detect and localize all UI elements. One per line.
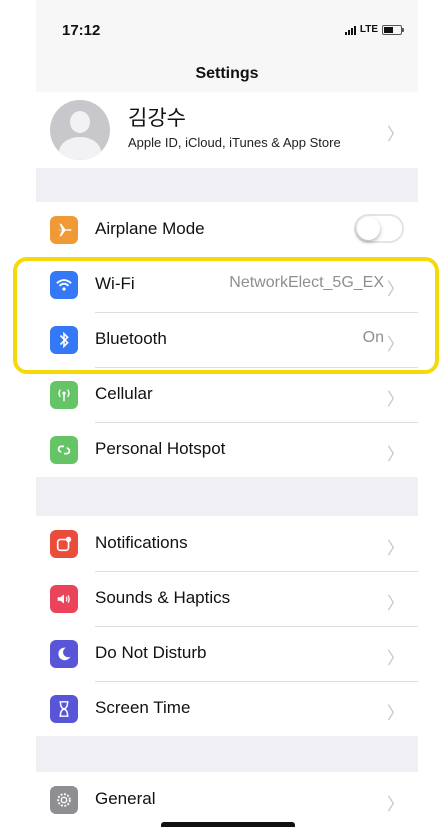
network-type: LTE [359, 24, 378, 35]
hourglass-icon [50, 695, 78, 723]
notifications-group: Notifications 〉 Sounds & Haptics 〉 Do No… [36, 516, 418, 736]
chevron-right-icon: 〉 [387, 795, 404, 814]
gear-icon [50, 786, 78, 814]
battery-icon [382, 24, 404, 35]
status-bar: 17:12 LTE [36, 0, 418, 56]
cellular-row[interactable]: Cellular 〉 [36, 367, 418, 422]
cellular-icon [50, 381, 78, 409]
signal-icon [344, 25, 356, 35]
status-indicators: LTE [344, 24, 404, 35]
airplane-mode-label: Airplane Mode [95, 219, 205, 238]
chevron-right-icon: 〉 [387, 445, 404, 464]
screen-time-row[interactable]: Screen Time 〉 [36, 681, 418, 736]
general-label: General [95, 789, 156, 808]
airplane-mode-toggle[interactable] [354, 214, 404, 243]
notifications-icon [50, 530, 78, 558]
sounds-haptics-label: Sounds & Haptics [95, 588, 231, 607]
iphone-screen: 17:12 LTE Settings 김강수 Apple ID, iCloud,… [36, 0, 418, 827]
airplane-mode-row: Airplane Mode [36, 202, 418, 257]
page-title: Settings [195, 65, 259, 82]
highlight-box [13, 257, 439, 374]
general-row[interactable]: General 〉 [36, 772, 418, 827]
notifications-label: Notifications [95, 533, 188, 552]
screen-time-label: Screen Time [95, 698, 191, 717]
do-not-disturb-row[interactable]: Do Not Disturb 〉 [36, 626, 418, 681]
hotspot-icon [50, 436, 78, 464]
airplane-icon [50, 216, 78, 244]
cellular-label: Cellular [95, 384, 153, 403]
profile-subtitle: Apple ID, iCloud, iTunes & App Store [128, 135, 341, 150]
chevron-right-icon: 〉 [387, 539, 404, 558]
notifications-row[interactable]: Notifications 〉 [36, 516, 418, 571]
chevron-right-icon: 〉 [387, 594, 404, 613]
general-group: General 〉 [36, 772, 418, 827]
do-not-disturb-label: Do Not Disturb [95, 643, 207, 662]
chevron-right-icon: 〉 [387, 704, 404, 723]
personal-hotspot-row[interactable]: Personal Hotspot 〉 [36, 422, 418, 477]
moon-icon [50, 640, 78, 668]
navigation-bar: Settings [36, 56, 418, 93]
sounds-haptics-row[interactable]: Sounds & Haptics 〉 [36, 571, 418, 626]
apple-id-row[interactable]: 김강수 Apple ID, iCloud, iTunes & App Store… [36, 92, 418, 168]
profile-name: 김강수 [128, 107, 186, 130]
speaker-icon [50, 585, 78, 613]
chevron-right-icon: 〉 [387, 649, 404, 668]
home-indicator[interactable] [161, 822, 295, 827]
personal-hotspot-label: Personal Hotspot [95, 439, 226, 458]
chevron-right-icon: 〉 [387, 125, 404, 144]
avatar [50, 100, 110, 160]
status-time: 17:12 [62, 22, 101, 39]
chevron-right-icon: 〉 [387, 390, 404, 409]
